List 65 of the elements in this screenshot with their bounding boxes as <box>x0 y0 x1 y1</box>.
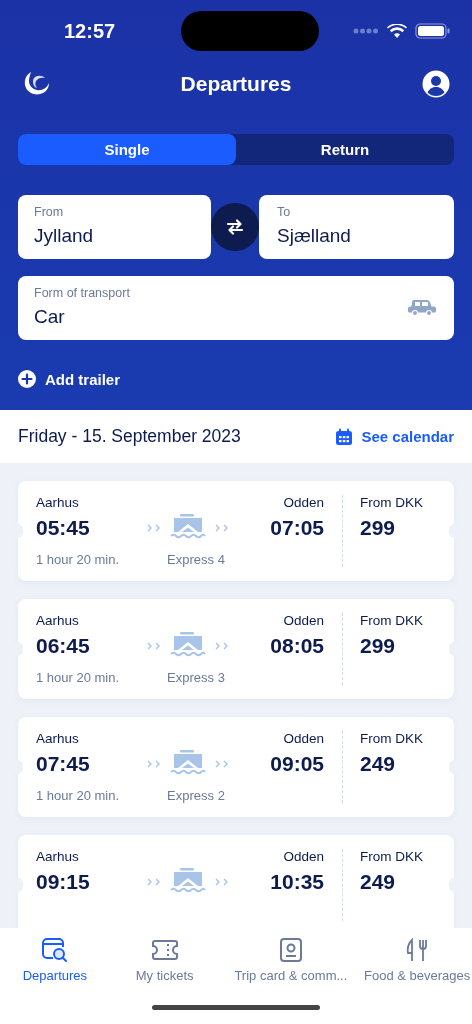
transport-field[interactable]: Form of transport Car <box>18 276 454 340</box>
destination-port: Odden <box>283 731 324 746</box>
vessel-name: Express 3 <box>167 670 225 685</box>
origin-port: Aarhus <box>36 849 79 864</box>
trip-type-tab[interactable]: Return <box>236 134 454 165</box>
from-field[interactable]: From Jylland <box>18 195 211 259</box>
arrival-time: 07:05 <box>270 516 324 540</box>
vessel-name: Express 4 <box>167 552 225 567</box>
cutlery-icon <box>405 938 430 962</box>
origin-port: Aarhus <box>36 731 79 746</box>
chevrons-icon <box>215 760 229 768</box>
to-field[interactable]: To Sjælland <box>259 195 454 259</box>
price: 249 <box>360 870 397 894</box>
chevrons-icon <box>147 642 161 650</box>
price-label: From DKK <box>360 731 424 746</box>
id-card-icon <box>278 938 303 962</box>
departure-time: 06:45 <box>36 634 90 658</box>
swap-icon <box>226 219 244 235</box>
tab-bar-item[interactable]: Departures <box>0 938 110 983</box>
vessel-name: Express 2 <box>167 788 225 803</box>
price-label: From DKK <box>360 495 424 510</box>
arrival-time: 10:35 <box>270 870 324 894</box>
chevrons-icon <box>147 524 161 532</box>
screen-title: Departures <box>180 72 292 96</box>
price-label: From DKK <box>360 849 424 864</box>
price: 299 <box>360 634 397 658</box>
chevrons-icon <box>147 878 161 886</box>
date-label: Friday - 15. September 2023 <box>18 426 241 447</box>
departure-time: 09:15 <box>36 870 90 894</box>
plus-icon <box>18 370 36 388</box>
add-trailer-button[interactable]: Add trailer <box>18 370 120 388</box>
arrival-time: 08:05 <box>270 634 324 658</box>
price: 249 <box>360 752 397 776</box>
chevrons-icon <box>147 760 161 768</box>
trip-type-tab[interactable]: Single <box>18 134 236 165</box>
signal-icon <box>353 28 379 34</box>
status-time: 12:57 <box>64 19 117 43</box>
profile-icon[interactable] <box>422 70 450 98</box>
destination-port: Odden <box>283 495 324 510</box>
departure-time: 07:45 <box>36 752 90 776</box>
chevrons-icon <box>215 878 229 886</box>
calendar-icon <box>335 427 354 446</box>
calendar-search-icon <box>40 938 69 962</box>
trip-duration: 1 hour 20 min. <box>36 552 120 567</box>
trip-duration: 1 hour 20 min. <box>36 670 120 685</box>
tab-bar-item[interactable]: Food & beverages <box>362 938 472 983</box>
arrival-time: 09:05 <box>270 752 324 776</box>
chevrons-icon <box>215 524 229 532</box>
tab-bar-item[interactable]: Trip card & comm... <box>219 938 363 983</box>
trip-duration: 1 hour 20 min. <box>36 788 120 803</box>
swap-button[interactable] <box>211 203 259 251</box>
ticket-icon <box>150 938 179 962</box>
tab-bar-item[interactable]: My tickets <box>109 938 220 983</box>
destination-port: Odden <box>283 849 324 864</box>
destination-port: Odden <box>283 613 324 628</box>
battery-icon <box>415 23 450 39</box>
wifi-icon <box>387 23 407 39</box>
see-calendar-link[interactable]: See calendar <box>335 427 454 446</box>
car-icon <box>408 298 436 316</box>
origin-port: Aarhus <box>36 495 79 510</box>
price-label: From DKK <box>360 613 424 628</box>
departure-time: 05:45 <box>36 516 90 540</box>
chevrons-icon <box>215 642 229 650</box>
price: 299 <box>360 516 397 540</box>
origin-port: Aarhus <box>36 613 79 628</box>
